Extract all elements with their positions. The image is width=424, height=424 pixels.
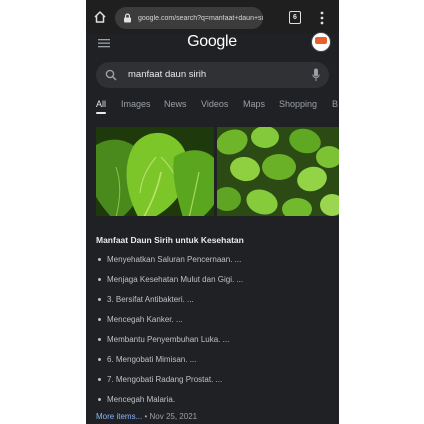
search-icon bbox=[105, 69, 117, 81]
tab-maps[interactable]: Maps bbox=[243, 99, 265, 109]
tab-videos[interactable]: Videos bbox=[201, 99, 228, 109]
list-item: Mencegah Kanker. ... bbox=[96, 313, 183, 325]
list-item: Mencegah Malaria. bbox=[96, 393, 175, 405]
list-item-text: 7. Mengobati Radang Prostat. ... bbox=[107, 374, 223, 384]
bullet-icon bbox=[98, 377, 101, 381]
tab-all[interactable]: All bbox=[96, 99, 106, 109]
google-logo[interactable]: Google bbox=[182, 33, 242, 51]
betel-plant-image bbox=[217, 127, 339, 216]
address-bar[interactable]: google.com/search?q=manfaat+daun+sirih&o bbox=[115, 7, 263, 29]
lock-icon bbox=[124, 13, 131, 23]
tab-switcher-button[interactable]: 6 bbox=[289, 11, 301, 24]
url-text: google.com/search?q=manfaat+daun+sirih&o bbox=[138, 14, 263, 22]
list-item-text: Membantu Penyembuhan Luka. ... bbox=[107, 334, 230, 344]
browser-toolbar: google.com/search?q=manfaat+daun+sirih&o… bbox=[86, 0, 339, 34]
bullet-icon bbox=[98, 317, 101, 321]
home-icon[interactable] bbox=[93, 10, 107, 24]
list-item-text: 3. Bersifat Antibakteri. ... bbox=[107, 294, 194, 304]
bullet-icon bbox=[98, 277, 101, 281]
result-date: Nov 25, 2021 bbox=[149, 412, 198, 421]
list-item-text: 6. Mengobati Mimisan. ... bbox=[107, 354, 197, 364]
menu-icon[interactable] bbox=[98, 38, 110, 48]
active-tab-indicator bbox=[96, 112, 106, 114]
image-result-2[interactable] bbox=[217, 127, 339, 216]
list-item: 3. Bersifat Antibakteri. ... bbox=[96, 293, 194, 305]
avatar[interactable] bbox=[311, 32, 331, 52]
more-items-link[interactable]: More items... bbox=[96, 412, 142, 421]
avatar-image bbox=[315, 37, 327, 44]
list-item-text: Menyehatkan Saluran Pencernaan. ... bbox=[107, 254, 242, 264]
microphone-icon[interactable] bbox=[312, 68, 320, 82]
image-result-1[interactable] bbox=[96, 127, 214, 216]
tab-news[interactable]: News bbox=[164, 99, 187, 109]
tab-shopping[interactable]: Shopping bbox=[279, 99, 317, 109]
image-results bbox=[96, 127, 339, 216]
list-item-text: Mencegah Kanker. ... bbox=[107, 314, 183, 324]
bullet-icon bbox=[98, 337, 101, 341]
more-options-icon[interactable] bbox=[320, 11, 324, 25]
list-item-text: Mencegah Malaria. bbox=[107, 394, 176, 404]
bullet-icon bbox=[98, 257, 101, 261]
list-item: Menjaga Kesehatan Mulut dan Gigi. ... bbox=[96, 273, 243, 285]
betel-leaf-image bbox=[96, 127, 214, 216]
tab-images[interactable]: Images bbox=[121, 99, 151, 109]
bullet-icon bbox=[98, 397, 101, 401]
list-item: 7. Mengobati Radang Prostat. ... bbox=[96, 373, 222, 385]
search-query: manfaat daun sirih bbox=[128, 69, 207, 80]
phone-screen: google.com/search?q=manfaat+daun+sirih&o… bbox=[86, 0, 339, 424]
list-item: Menyehatkan Saluran Pencernaan. ... bbox=[96, 253, 241, 265]
list-item-text: Menjaga Kesehatan Mulut dan Gigi. ... bbox=[107, 274, 244, 284]
search-input[interactable]: manfaat daun sirih bbox=[96, 62, 329, 88]
list-item: 6. Mengobati Mimisan. ... bbox=[96, 353, 196, 365]
result-footer: More items... • Nov 25, 2021 bbox=[96, 412, 197, 421]
bullet-icon bbox=[98, 357, 101, 361]
result-title[interactable]: Manfaat Daun Sirih untuk Kesehatan bbox=[96, 235, 244, 245]
bullet-icon bbox=[98, 297, 101, 301]
separator: • bbox=[144, 412, 148, 421]
search-filter-tabs: All Images News Videos Maps Shopping B bbox=[96, 99, 339, 113]
list-item: Membantu Penyembuhan Luka. ... bbox=[96, 333, 229, 345]
tab-books[interactable]: B bbox=[332, 99, 338, 109]
tab-count: 6 bbox=[293, 14, 297, 21]
